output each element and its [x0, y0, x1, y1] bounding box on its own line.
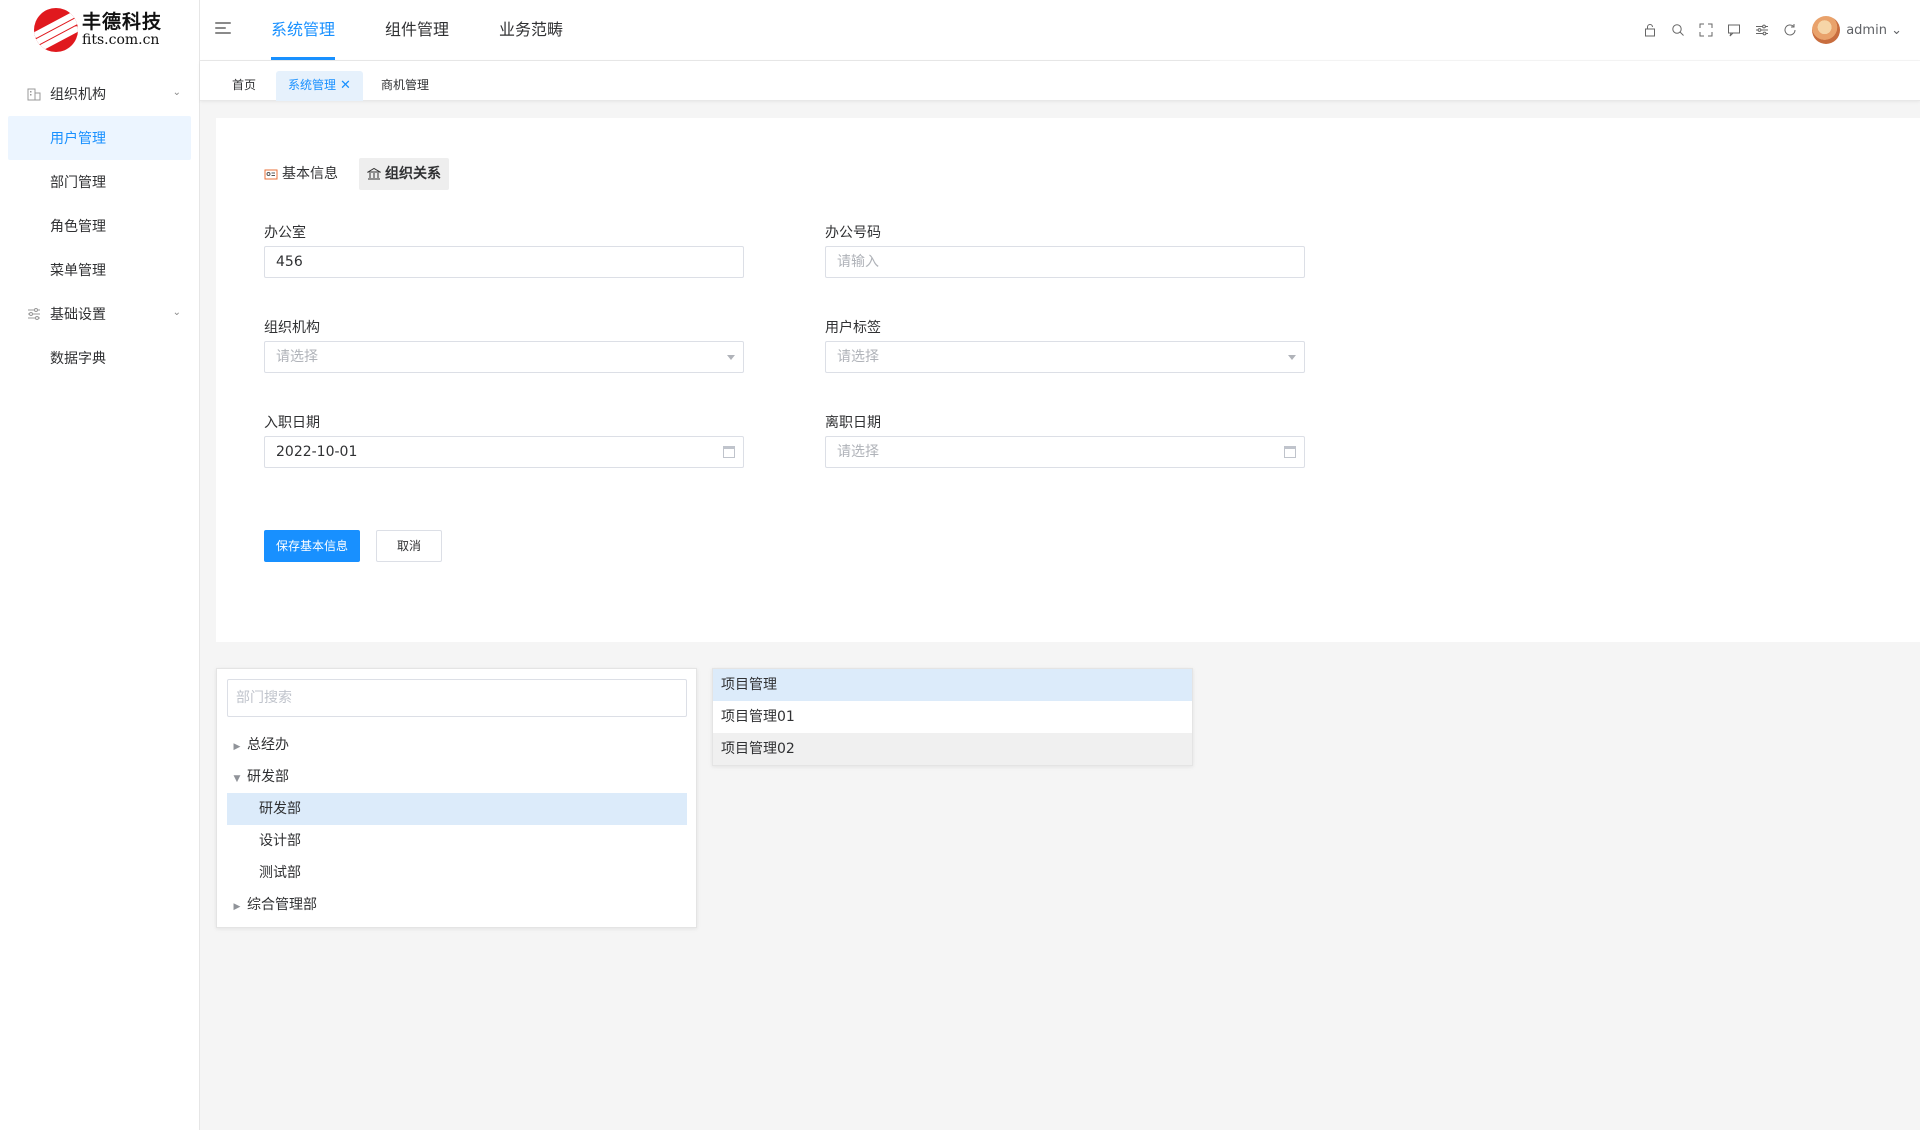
- sidebar-item-menus[interactable]: 菜单管理: [0, 248, 199, 292]
- cancel-button[interactable]: 取消: [376, 530, 442, 562]
- save-button[interactable]: 保存基本信息: [264, 530, 360, 562]
- leave-date-label: 离职日期: [825, 415, 881, 431]
- logo-cn-text: 丰德科技: [82, 10, 163, 33]
- refresh-icon[interactable]: [1782, 22, 1798, 38]
- caret-right-icon[interactable]: ▶: [227, 891, 247, 923]
- tab-system[interactable]: 系统管理: [271, 0, 336, 60]
- entry-date-label: 入职日期: [264, 415, 320, 431]
- tree-node-label: 研发部: [247, 769, 289, 785]
- sidebar-group-label: 基础设置: [50, 307, 106, 323]
- idcard-icon: [264, 169, 278, 180]
- subtab-basic-info[interactable]: 基本信息: [256, 158, 346, 190]
- tree-node[interactable]: 设计部: [227, 825, 687, 857]
- office-phone-placeholder: 请输入: [837, 254, 879, 270]
- sidebar-group-org[interactable]: 组织机构 ⌄: [0, 72, 199, 116]
- top-header: 系统管理 组件管理 业务范畴 admin ⌄: [200, 0, 1920, 60]
- tab-business[interactable]: 业务范畴: [499, 0, 563, 60]
- tree-node[interactable]: ▶ 综合管理部: [227, 889, 687, 921]
- caret-right-icon[interactable]: ▶: [227, 731, 247, 763]
- list-item[interactable]: 项目管理: [713, 669, 1192, 701]
- caret-down-icon: [1288, 355, 1296, 360]
- tag-home[interactable]: 首页: [220, 71, 268, 101]
- tag-system[interactable]: 系统管理 ✕: [276, 71, 363, 101]
- user-tag-label: 用户标签: [825, 320, 881, 336]
- avatar[interactable]: [1812, 16, 1841, 44]
- close-icon[interactable]: ✕: [340, 78, 351, 93]
- tree-node-label: 综合管理部: [247, 897, 317, 913]
- sidebar-item-departments[interactable]: 部门管理: [0, 160, 199, 204]
- list-item[interactable]: 项目管理01: [713, 701, 1192, 733]
- calendar-icon: [1284, 446, 1296, 458]
- sidebar-group-label: 组织机构: [50, 87, 106, 103]
- calendar-icon: [723, 446, 735, 458]
- chevron-down-icon: ⌄: [1891, 22, 1902, 38]
- lock-icon[interactable]: [1642, 22, 1658, 38]
- menu-toggle-icon[interactable]: [215, 22, 231, 36]
- user-menu[interactable]: admin ⌄: [1846, 23, 1902, 38]
- office-label: 办公室: [264, 225, 306, 241]
- entry-date-picker[interactable]: 2022-10-01: [264, 436, 744, 468]
- tree-node-label: 设计部: [259, 833, 301, 849]
- bank-icon: [367, 167, 381, 180]
- subtab-label: 组织关系: [385, 166, 441, 182]
- tree-node[interactable]: 测试部: [227, 857, 687, 889]
- user-tag-placeholder: 请选择: [837, 349, 879, 365]
- subtab-org-relation[interactable]: 组织关系: [359, 158, 449, 190]
- tree-node-label: 总经办: [247, 737, 289, 753]
- sliders-icon: [28, 308, 40, 320]
- tree-node-label: 测试部: [259, 865, 301, 881]
- tag-label: 首页: [232, 78, 257, 92]
- project-list-panel: 项目管理 项目管理01 项目管理02: [712, 668, 1193, 766]
- tags-bar: 首页 系统管理 ✕ 商机管理: [200, 61, 1920, 101]
- entry-date-value: 2022-10-01: [276, 444, 358, 460]
- username: admin: [1846, 22, 1887, 38]
- tag-opportunity[interactable]: 商机管理: [369, 71, 441, 101]
- office-value: 456: [276, 254, 303, 270]
- tab-components[interactable]: 组件管理: [385, 0, 449, 60]
- chevron-down-icon: ⌄: [172, 307, 181, 318]
- department-search-input[interactable]: 部门搜索: [227, 679, 687, 717]
- organization-select[interactable]: 请选择: [264, 341, 744, 373]
- tree-node[interactable]: ▼ 研发部: [227, 761, 687, 793]
- sidebar-item-roles[interactable]: 角色管理: [0, 204, 199, 248]
- logo-en-text: fits.com.cn: [82, 31, 160, 48]
- settings-icon[interactable]: [1754, 22, 1770, 38]
- building-icon: [27, 88, 41, 101]
- tree-node-label: 研发部: [259, 801, 301, 817]
- caret-down-icon[interactable]: ▼: [227, 763, 247, 795]
- sidebar-item-dictionary[interactable]: 数据字典: [0, 336, 199, 380]
- search-icon[interactable]: [1670, 22, 1686, 38]
- sidebar: 丰德科技 fits.com.cn 组织机构 ⌄ 用户管理 部门管理 角色管理 菜…: [0, 0, 200, 1130]
- logo[interactable]: 丰德科技 fits.com.cn: [0, 0, 199, 60]
- tree-node[interactable]: 研发部: [227, 793, 687, 825]
- office-phone-input[interactable]: 请输入: [825, 246, 1305, 278]
- chevron-down-icon: ⌄: [172, 87, 181, 98]
- leave-date-placeholder: 请选择: [837, 444, 879, 460]
- subtab-label: 基本信息: [282, 166, 338, 182]
- department-search-placeholder: 部门搜索: [236, 690, 292, 706]
- organization-placeholder: 请选择: [276, 349, 318, 365]
- department-tree-panel: 部门搜索 ▶ 总经办 ▼ 研发部 研发部 设计部 测试部 ▶ 综合管理部: [216, 668, 697, 928]
- logo-mark-icon: [34, 8, 78, 52]
- tag-label: 商机管理: [381, 78, 430, 92]
- sidebar-item-users[interactable]: 用户管理: [8, 116, 191, 160]
- list-item[interactable]: 项目管理02: [713, 733, 1192, 765]
- caret-down-icon: [727, 355, 735, 360]
- leave-date-picker[interactable]: 请选择: [825, 436, 1305, 468]
- form-card: 基本信息 组织关系 办公室 456 办公号码 请输入 组织机构 请选择 用户标签…: [216, 118, 1920, 642]
- fullscreen-icon[interactable]: [1698, 22, 1714, 38]
- sidebar-menu: 组织机构 ⌄ 用户管理 部门管理 角色管理 菜单管理 基础设置 ⌄ 数据字典: [0, 72, 199, 380]
- office-input[interactable]: 456: [264, 246, 744, 278]
- organization-label: 组织机构: [264, 320, 320, 336]
- user-tag-select[interactable]: 请选择: [825, 341, 1305, 373]
- tree-node[interactable]: ▶ 总经办: [227, 729, 687, 761]
- office-phone-label: 办公号码: [825, 225, 881, 241]
- sidebar-group-basic[interactable]: 基础设置 ⌄: [0, 292, 199, 336]
- message-icon[interactable]: [1726, 22, 1742, 38]
- tag-label: 系统管理: [288, 78, 337, 92]
